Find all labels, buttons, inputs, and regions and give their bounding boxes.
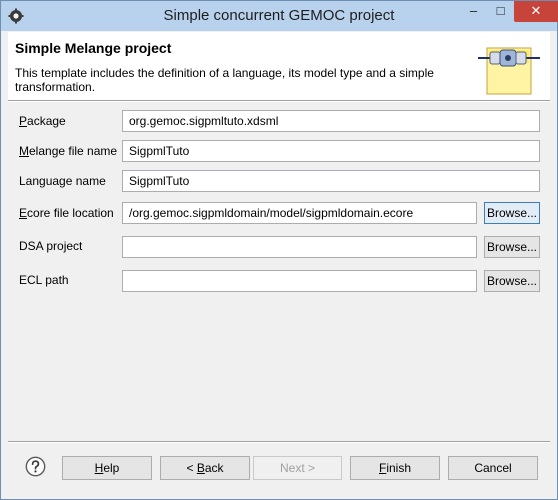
footer-separator xyxy=(8,441,550,443)
next-button[interactable]: Next > xyxy=(253,456,342,480)
page-title: Simple Melange project xyxy=(15,40,172,56)
package-label: Package xyxy=(19,114,66,128)
melange-file-name-field[interactable]: SigpmlTuto xyxy=(122,140,540,162)
package-field[interactable]: org.gemoc.sigpmltuto.xdsml xyxy=(122,110,540,132)
close-button[interactable]: ✕ xyxy=(514,1,558,22)
melange-file-name-label: Melange file name xyxy=(19,144,118,158)
finish-button[interactable]: Finish xyxy=(350,456,440,480)
ecl-path-label: ECL path xyxy=(19,273,69,287)
ecl-browse-button[interactable]: Browse... xyxy=(484,270,540,292)
cancel-button[interactable]: Cancel xyxy=(448,456,538,480)
minimize-button[interactable]: – xyxy=(460,1,487,22)
ecore-browse-button[interactable]: Browse... xyxy=(484,202,540,224)
dialog-window: Simple concurrent GEMOC project – □ ✕ Si… xyxy=(0,0,558,500)
dsa-project-field[interactable] xyxy=(122,236,477,258)
ecore-file-location-field[interactable]: /org.gemoc.sigpmldomain/model/sigpmldoma… xyxy=(122,202,477,224)
melange-plugin-icon xyxy=(478,47,540,95)
ecl-path-field[interactable] xyxy=(122,270,477,292)
title-bar[interactable]: Simple concurrent GEMOC project – □ ✕ xyxy=(1,1,558,31)
ecore-file-location-label: Ecore file location xyxy=(19,206,114,220)
dsa-browse-button[interactable]: Browse... xyxy=(484,236,540,258)
form-area: Package org.gemoc.sigpmltuto.xdsml Melan… xyxy=(8,102,550,441)
dsa-project-label: DSA project xyxy=(19,239,83,253)
back-button[interactable]: < Back xyxy=(160,456,250,480)
question-mark-icon[interactable] xyxy=(25,456,46,477)
language-name-label: Language name xyxy=(19,174,106,188)
page-description: This template includes the definition of… xyxy=(15,66,434,94)
help-button[interactable]: Help xyxy=(62,456,152,480)
maximize-button[interactable]: □ xyxy=(487,1,514,22)
language-name-field[interactable]: SigpmlTuto xyxy=(122,170,540,192)
wizard-header: Simple Melange project This template inc… xyxy=(8,32,550,100)
